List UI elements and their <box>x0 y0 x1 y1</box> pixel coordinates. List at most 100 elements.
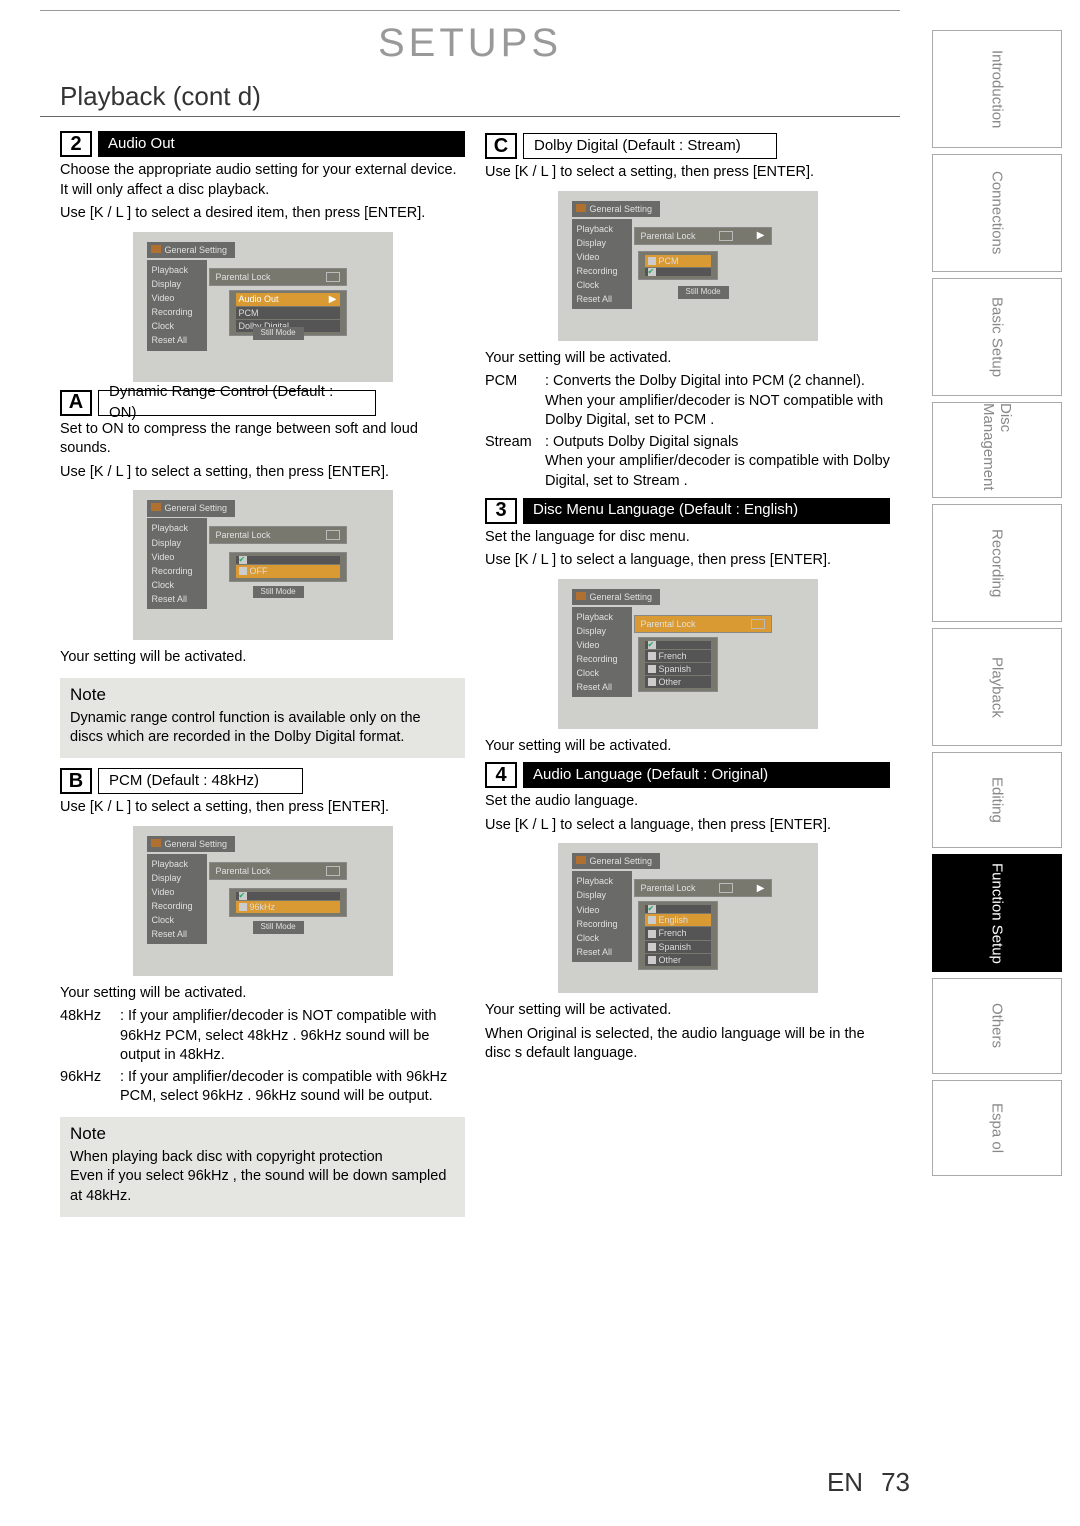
tab-disc-management[interactable]: Disc Management <box>932 402 1062 498</box>
substep-title: PCM (Default : 48kHz) <box>98 768 303 794</box>
osd-popup: Parental Lock <box>634 615 772 633</box>
substep-letter: B <box>60 768 92 794</box>
osd-item: Clock <box>147 913 207 927</box>
osd-option <box>236 556 340 564</box>
step-2-header: 2 Audio Out <box>60 131 465 157</box>
osd-popup-label: Parental Lock <box>641 618 696 630</box>
osd-option-label: English <box>659 914 689 926</box>
osd-screenshot: General Setting Playback Display Video R… <box>558 843 818 993</box>
step-title: Disc Menu Language (Default : English) <box>523 498 890 524</box>
osd-option-label: OFF <box>250 565 268 577</box>
step-title: Audio Out <box>98 131 465 157</box>
osd-item: Clock <box>147 319 207 333</box>
step-4-header: 4 Audio Language (Default : Original) <box>485 762 890 788</box>
tab-introduction[interactable]: Introduction <box>932 30 1062 148</box>
note-box: Note Dynamic range control function is a… <box>60 678 465 758</box>
osd-item: Playback <box>147 521 207 535</box>
osd-option-label: French <box>659 927 687 939</box>
substep-title: Dynamic Range Control (Default : ON) <box>98 390 376 416</box>
definition-key: 48kHz <box>60 1007 120 1066</box>
osd-screenshot: General Setting Playback Display Video R… <box>133 232 393 382</box>
chapter-tabs: Introduction Connections Basic Setup Dis… <box>932 30 1062 1176</box>
osd-header: General Setting <box>572 853 661 869</box>
osd-item: Recording <box>147 899 207 913</box>
check-icon <box>239 556 247 564</box>
osd-popup-label: Parental Lock <box>641 882 696 894</box>
tab-basic-setup[interactable]: Basic Setup <box>932 278 1062 396</box>
doc-title: SETUPS <box>40 21 900 66</box>
osd-item: Clock <box>572 931 632 945</box>
substep-b-header: B PCM (Default : 48kHz) <box>60 768 303 794</box>
substep-c-header: C Dolby Digital (Default : Stream) <box>485 133 777 159</box>
osd-item: Display <box>572 888 632 902</box>
definition-key: PCM <box>485 372 545 431</box>
osd-item: Reset All <box>572 945 632 959</box>
definition-key: 96kHz <box>60 1068 120 1107</box>
osd-footer: Still Mode <box>253 327 304 340</box>
osd-popup: Parental Lock <box>209 526 347 544</box>
osd-item: Recording <box>147 564 207 578</box>
tab-function-setup[interactable]: Function Setup <box>932 854 1062 972</box>
body-text: Your setting will be activated. <box>60 648 465 668</box>
osd-screenshot: General Setting Playback Display Video R… <box>133 826 393 976</box>
checkbox-icon <box>648 943 656 951</box>
tab-connections[interactable]: Connections <box>932 154 1062 272</box>
osd-item: Reset All <box>147 927 207 941</box>
checkbox-icon <box>239 903 247 911</box>
body-text: Your setting will be activated. <box>485 349 890 369</box>
checkbox-icon <box>648 652 656 660</box>
osd-highlight: Audio Out ▶ <box>236 293 340 307</box>
osd-popup: Parental Lock <box>209 268 347 286</box>
page-lang: EN <box>827 1467 863 1498</box>
osd-item: Display <box>147 536 207 550</box>
osd-popup: Parental Lock <box>209 862 347 880</box>
step-number: 4 <box>485 762 517 788</box>
note-body: When playing back disc with copyright pr… <box>70 1148 455 1207</box>
manual-page: SETUPS Playback (cont d) 2 Audio Out Cho… <box>40 10 900 1257</box>
osd-highlight: 96kHz <box>236 901 340 913</box>
osd-option <box>236 892 340 900</box>
osd-header: General Setting <box>572 589 661 605</box>
tab-others[interactable]: Others <box>932 978 1062 1074</box>
checkbox-icon <box>648 956 656 964</box>
page-no: 73 <box>881 1467 910 1498</box>
osd-screenshot: General Setting Playback Display Video R… <box>133 490 393 640</box>
osd-item: Playback <box>147 857 207 871</box>
osd-item: Recording <box>147 305 207 319</box>
content-columns: 2 Audio Out Choose the appropriate audio… <box>40 125 900 1227</box>
lock-icon <box>326 530 340 540</box>
checkbox-icon <box>648 916 656 924</box>
osd-item: Reset All <box>147 333 207 347</box>
definition-row: Stream : Outputs Dolby Digital signals W… <box>485 433 890 492</box>
body-text: Use [K / L ] to select a setting, then p… <box>60 798 465 818</box>
lock-icon <box>719 231 733 241</box>
osd-header: General Setting <box>147 500 236 516</box>
tab-espanol[interactable]: Espa ol <box>932 1080 1062 1176</box>
osd-menu: Playback Display Video Recording Clock R… <box>572 871 632 962</box>
checkbox-icon <box>239 567 247 575</box>
osd-item: Video <box>572 250 632 264</box>
definition-row: PCM : Converts the Dolby Digital into PC… <box>485 372 890 431</box>
body-text: Set the language for disc menu. <box>485 528 890 548</box>
tab-recording[interactable]: Recording <box>932 504 1062 622</box>
osd-popup: Parental Lock ▶ <box>634 879 772 897</box>
osd-submenu: English French Spanish Other <box>638 901 718 970</box>
tab-editing[interactable]: Editing <box>932 752 1062 848</box>
check-icon <box>648 268 656 276</box>
osd-option <box>645 641 711 649</box>
osd-option-label: 96kHz <box>250 901 276 913</box>
tab-playback[interactable]: Playback <box>932 628 1062 746</box>
osd-screenshot: General Setting Playback Display Video R… <box>558 191 818 341</box>
osd-item: Video <box>147 885 207 899</box>
definition-row: 48kHz : If your amplifier/decoder is NOT… <box>60 1007 465 1066</box>
osd-item: Playback <box>147 263 207 277</box>
section-title: Playback (cont d) <box>40 76 900 117</box>
lock-icon <box>326 866 340 876</box>
tab-label: Disc Management <box>980 403 1014 497</box>
note-title: Note <box>70 684 455 707</box>
osd-menu: Playback Display Video Recording Clock R… <box>147 518 207 609</box>
body-text: Use [K / L ] to select a setting, then p… <box>485 163 890 183</box>
osd-option <box>645 905 711 913</box>
body-text: When Original is selected, the audio lan… <box>485 1025 890 1064</box>
osd-option: Spanish <box>645 663 711 675</box>
